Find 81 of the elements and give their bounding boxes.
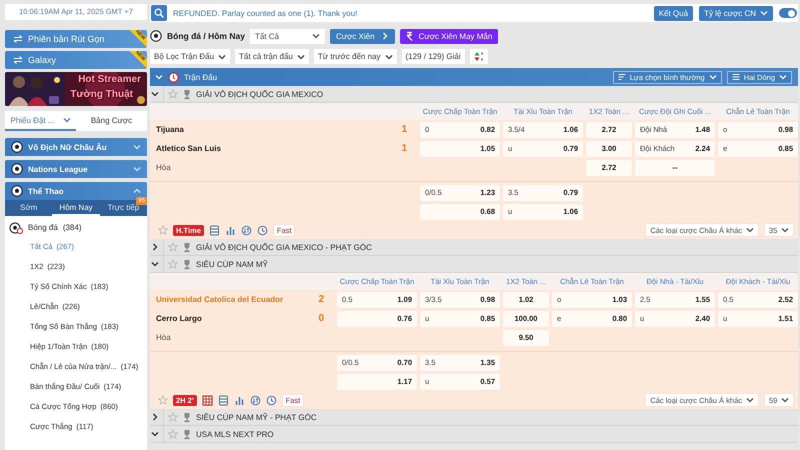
parlay-button[interactable]: Cược Xiên — [330, 28, 395, 44]
sport-icon — [11, 163, 23, 175]
promo-title: Hot Streamer — [78, 74, 141, 85]
star-icon[interactable] — [168, 412, 178, 422]
search-button[interactable] — [151, 5, 167, 21]
list-icon[interactable] — [208, 224, 220, 236]
sort-button[interactable] — [470, 49, 488, 64]
table-title: Trận Đấu — [184, 72, 218, 82]
star-icon[interactable] — [168, 429, 178, 439]
notice-text: REFUNDED. Parlay counted as one (1). Thank you! — [173, 8, 358, 18]
team-score: 1 — [401, 143, 407, 154]
period-tab[interactable]: Sớm — [5, 200, 52, 216]
chevron-down-icon — [779, 73, 787, 81]
toggle-switch[interactable] — [779, 8, 797, 18]
lucky-parlay-button[interactable]: Cược Xiên May Mắn — [400, 28, 498, 44]
chevron-down-icon — [155, 73, 163, 81]
league-name: GIẢI VÔ ĐỊCH QUỐC GIA MEXICO — [196, 90, 324, 98]
list-icon — [732, 73, 740, 81]
trophy-icon — [182, 412, 192, 422]
sort-icon — [474, 51, 484, 62]
category-header[interactable]: Vô Địch Nữ Châu Âu — [5, 138, 147, 156]
breadcrumb: Bóng đá / Hôm Nay — [167, 31, 245, 41]
team-name: Universidad Catolica del Ecuador — [156, 295, 284, 304]
chevron-down-icon — [781, 396, 790, 404]
filter-button[interactable]: Bộ Lọc Trận Đấu — [150, 49, 230, 64]
sport-name: Bóng đá — [28, 223, 58, 232]
header-button[interactable]: Kết Quả — [654, 6, 694, 20]
draw-label: Hòa — [156, 333, 171, 342]
header-button[interactable]: Tỷ lệ cược CN — [699, 6, 773, 20]
sport-icon — [11, 185, 23, 197]
list-icon[interactable] — [218, 394, 229, 406]
chevron-down-icon — [746, 396, 754, 404]
timer-icon — [168, 72, 179, 82]
draw-label: Hòa — [156, 163, 171, 172]
chevron-down-icon — [708, 73, 717, 81]
filter-button[interactable]: (129 / 129) Giải — [402, 49, 465, 64]
star-icon[interactable] — [168, 89, 178, 99]
bet-slip-tab[interactable]: Bảng Cược — [76, 111, 147, 131]
clock-icon[interactable] — [256, 224, 268, 236]
soccer-ball-icon — [9, 222, 23, 234]
category-header[interactable]: Nations League — [5, 160, 147, 178]
sort-lines-icon — [618, 73, 626, 81]
league-name: USA MLS NEXT PRO — [196, 430, 274, 438]
bet-slip-tab[interactable]: Phiếu Đặt ... — [5, 111, 76, 131]
sport-count: (384) — [62, 223, 82, 232]
soccer-ball-icon — [150, 30, 162, 42]
league-name: SIÊU CÚP NAM MỸ — [196, 260, 268, 268]
league-name: GIẢI VÔ ĐỊCH QUỐC GIA MEXICO - PHẠT GÓC — [196, 242, 372, 252]
swap-icon — [13, 56, 23, 64]
team-score: 0 — [318, 313, 324, 324]
trophy-icon — [182, 258, 192, 270]
market-select[interactable]: Tất Cả — [250, 28, 325, 44]
sport-icon — [11, 141, 23, 153]
filter-button[interactable]: Tất cả trận đấu — [235, 49, 309, 64]
team-score: 2 — [318, 294, 324, 305]
trophy-icon — [182, 242, 192, 252]
promo-title: Tường Thuật — [70, 89, 133, 100]
star-icon[interactable] — [158, 395, 168, 405]
swap-icon[interactable] — [250, 394, 261, 406]
filter-button[interactable]: Từ trước đến nay — [314, 49, 397, 64]
trophy-icon — [182, 428, 192, 440]
swap-icon[interactable] — [240, 224, 252, 236]
search-icon — [154, 8, 164, 18]
star-icon[interactable] — [168, 259, 178, 269]
swap-icon — [13, 35, 23, 43]
team-name: Tijuana — [156, 125, 185, 134]
team-score: 1 — [401, 124, 407, 135]
star-icon[interactable] — [168, 242, 178, 252]
team-name: Cerro Largo — [156, 314, 203, 323]
chevron-down-icon — [781, 226, 790, 234]
chevron-down-icon — [746, 226, 754, 234]
bar-chart-icon[interactable] — [224, 224, 236, 236]
clock-icon[interactable] — [266, 394, 277, 406]
chevron-right-icon — [380, 32, 389, 40]
grid-icon[interactable] — [202, 394, 213, 406]
team-name: Atletico San Luis — [156, 144, 222, 153]
bar-chart-icon[interactable] — [234, 394, 245, 406]
league-name: SIÊU CÚP NAM MỸ - PHẠT GÓC — [196, 412, 317, 422]
star-icon[interactable] — [158, 225, 168, 235]
trophy-icon — [182, 88, 192, 100]
chevron-down-icon — [312, 32, 320, 40]
